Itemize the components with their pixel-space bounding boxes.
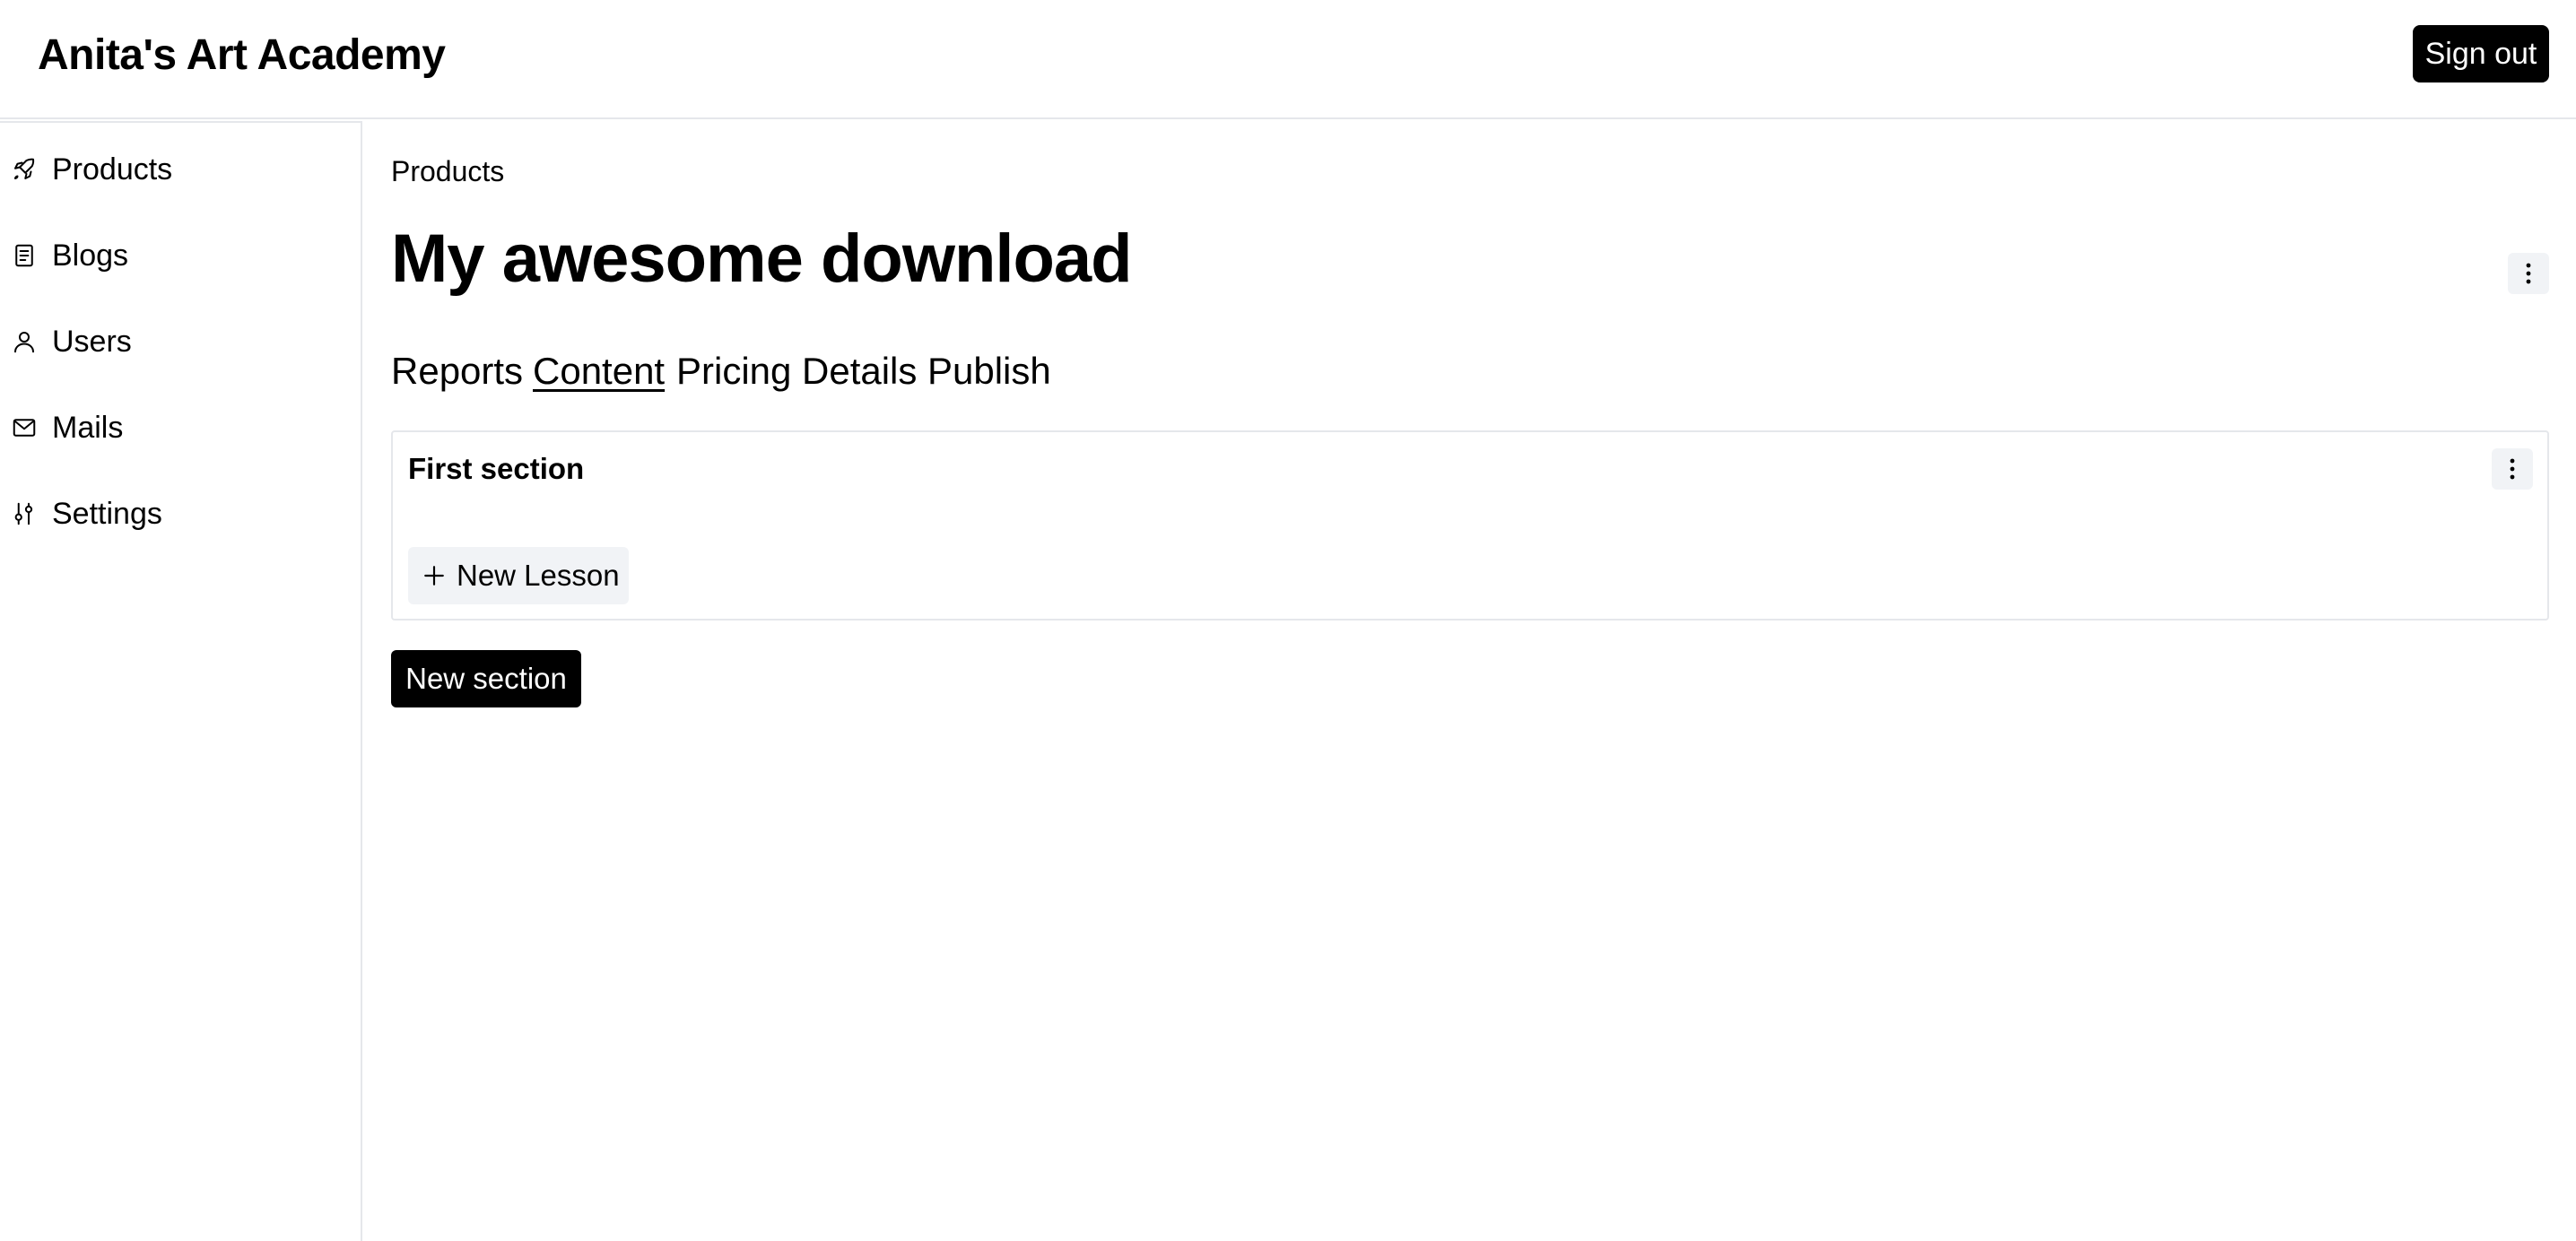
user-icon [14,332,34,353]
document-icon [15,244,33,267]
main-content: Products My awesome download Reports Con… [391,121,2549,1241]
product-options-button[interactable] [2508,253,2549,294]
sidebar-item-blogs[interactable]: Blogs [0,220,361,291]
sidebar-item-label: Settings [52,496,162,531]
new-lesson-button[interactable]: New Lesson [408,547,629,604]
plus-icon [424,566,444,586]
brand-title[interactable]: Anita's Art Academy [38,30,446,80]
sidebar-item-mails[interactable]: Mails [0,392,361,464]
section-title: First section [408,452,585,485]
new-section-button[interactable]: New section [391,650,581,707]
sidebar-item-settings[interactable]: Settings [0,478,361,550]
more-vertical-icon [2510,458,2515,480]
sidebar-item-label: Blogs [52,238,129,273]
sidebar: Products Blogs Users Mails Settings [0,121,362,1241]
sliders-icon [14,502,33,525]
tab-content[interactable]: Content [533,350,665,393]
rocket-icon [14,158,35,179]
sidebar-item-label: Products [52,152,173,187]
tab-reports[interactable]: Reports [391,350,523,393]
sign-out-button[interactable]: Sign out [2413,25,2549,82]
top-bar: Anita's Art Academy Sign out [0,0,2576,119]
section-card: First section New Lesson [391,430,2549,620]
sidebar-item-users[interactable]: Users [0,306,361,378]
tab-details[interactable]: Details [802,350,917,393]
new-lesson-label: New Lesson [457,559,620,592]
breadcrumb[interactable]: Products [391,155,504,188]
tab-publish[interactable]: Publish [927,350,1051,393]
section-options-button[interactable] [2492,448,2533,490]
tab-pricing[interactable]: Pricing [676,350,791,393]
page-title: My awesome download [391,221,1133,297]
mail-icon [13,419,36,437]
sidebar-item-products[interactable]: Products [0,134,361,205]
sidebar-item-label: Users [52,324,132,359]
sidebar-item-label: Mails [52,410,124,445]
more-vertical-icon [2526,263,2531,284]
